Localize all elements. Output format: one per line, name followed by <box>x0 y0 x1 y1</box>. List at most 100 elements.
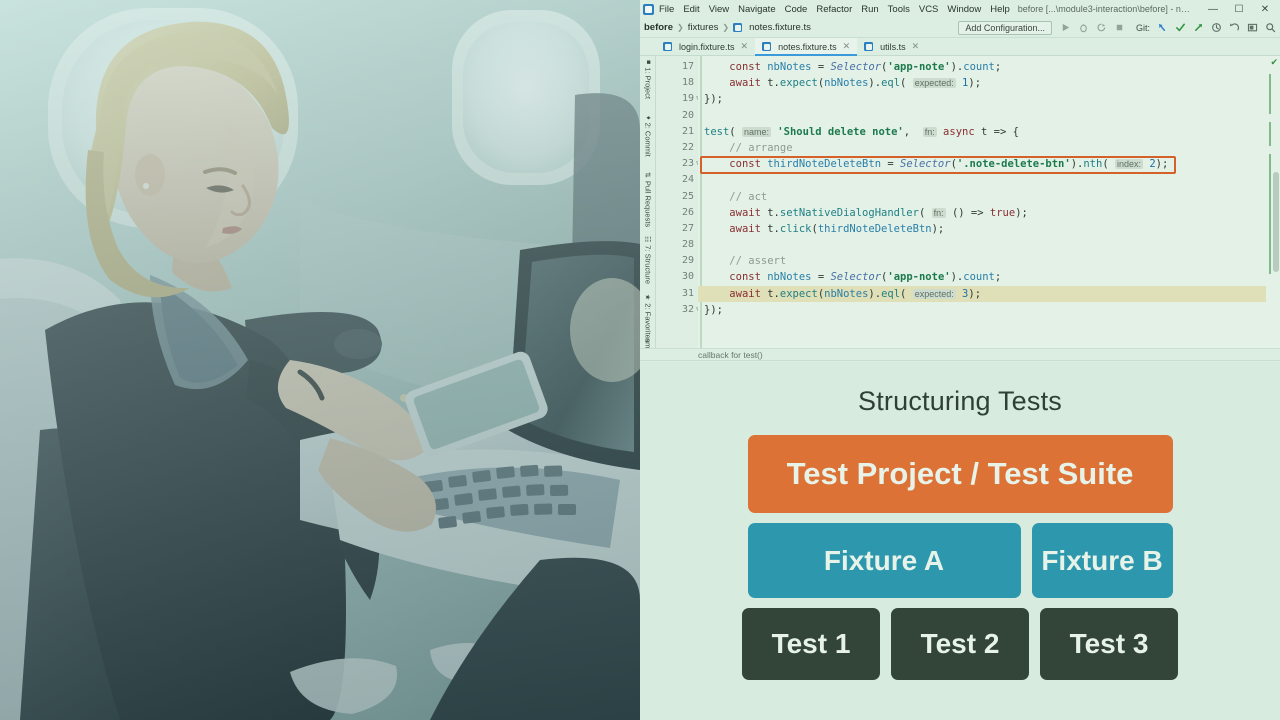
breadcrumb-separator: ❯ <box>677 23 684 32</box>
line-number: 19 <box>681 93 694 105</box>
stop-icon[interactable] <box>1114 22 1125 33</box>
breadcrumb-separator: ❯ <box>722 23 730 32</box>
rollback-icon[interactable] <box>1229 22 1240 33</box>
line-number: 17 <box>681 61 694 72</box>
toolbar-actions[interactable]: Git: <box>1060 22 1276 33</box>
typescript-file-icon <box>864 42 874 51</box>
close-tab-icon[interactable]: ✕ <box>741 41 749 52</box>
layout-icon[interactable] <box>1247 22 1258 33</box>
menu-bar[interactable]: File Edit View Navigate Code Refactor Ru… <box>659 4 1010 15</box>
breadcrumb-project[interactable]: before <box>644 22 673 33</box>
minimize-icon[interactable]: — <box>1200 0 1226 18</box>
line-number: 29 <box>681 255 694 267</box>
close-tab-icon[interactable]: ✕ <box>843 41 851 52</box>
box-test-3[interactable]: Test 3 <box>1040 608 1178 680</box>
sidebar-item-label: am <box>643 338 652 349</box>
box-test-project-suite[interactable]: Test Project / Test Suite <box>747 435 1173 513</box>
sidebar-item-project[interactable]: ■ 1: Project <box>643 60 652 99</box>
ide-toolbar: before ❯ fixtures ❯ notes.fixture.ts Add… <box>640 18 1280 38</box>
diagram-title: Structuring Tests <box>858 386 1062 416</box>
editor-hint-bar: callback for test() <box>640 348 1280 360</box>
tab-login-fixture[interactable]: login.fixture.ts ✕ <box>656 38 755 55</box>
breadcrumb-file[interactable]: notes.fixture.ts <box>749 22 811 33</box>
code-line-19[interactable]: }); <box>698 91 1266 107</box>
ide-body: ■ 1: Project ♦ 2: Commit ⇅ Pull Requests… <box>640 56 1280 348</box>
changed-lines-marker <box>1269 154 1271 274</box>
menu-item-window[interactable]: Window <box>947 4 981 15</box>
breadcrumb-folder[interactable]: fixtures <box>688 22 719 33</box>
code-line-21[interactable]: test( name: 'Should delete note', fn: as… <box>698 124 1266 140</box>
git-update-icon[interactable] <box>1157 22 1168 33</box>
menu-item-tools[interactable]: Tools <box>888 4 910 15</box>
code-line-31[interactable]: await t.expect(nbNotes).eql( expected: 3… <box>698 285 1266 302</box>
window-title: before [...\module3-interaction\before] … <box>1017 4 1200 14</box>
menu-item-view[interactable]: View <box>709 4 729 15</box>
tab-notes-fixture[interactable]: notes.fixture.ts ✕ <box>755 38 858 56</box>
coverage-icon[interactable] <box>1096 22 1107 33</box>
sidebar-item-favorites[interactable]: ★ 2: Favorites <box>643 294 652 342</box>
menu-item-file[interactable]: File <box>659 4 674 15</box>
menu-item-vcs[interactable]: VCS <box>919 4 939 15</box>
debug-icon[interactable] <box>1078 22 1089 33</box>
maximize-icon[interactable]: ☐ <box>1226 0 1252 18</box>
menu-item-run[interactable]: Run <box>861 4 878 15</box>
editor-tabs[interactable]: login.fixture.ts ✕ notes.fixture.ts ✕ ut… <box>640 38 1280 56</box>
vertical-scrollbar[interactable] <box>1273 172 1279 272</box>
changed-lines-marker <box>1269 74 1271 114</box>
editor-scrollbar-area[interactable]: ✔ <box>1266 56 1280 348</box>
code-line-32[interactable]: }); <box>698 302 1266 318</box>
close-icon[interactable]: ✕ <box>1252 0 1278 18</box>
sidebar-item-label: 2: Commit <box>643 122 652 157</box>
editor-gutter[interactable]: 17 18 19 20 21 22 23 24 25 26 27 28 29 3… <box>656 56 701 348</box>
git-commit-icon[interactable] <box>1175 22 1186 33</box>
tab-utils[interactable]: utils.ts ✕ <box>857 38 926 55</box>
code-line-17[interactable]: const nbNotes = Selector('app-note').cou… <box>698 59 1266 75</box>
window-controls[interactable]: — ☐ ✕ <box>1200 0 1278 18</box>
sidebar-item-commit[interactable]: ♦ 2: Commit <box>643 116 652 157</box>
sidebar-item-structure[interactable]: ☷ 7: Structure <box>643 236 652 284</box>
menu-item-edit[interactable]: Edit <box>683 4 699 15</box>
line-number: 26 <box>681 206 694 218</box>
git-push-icon[interactable] <box>1193 22 1204 33</box>
ide-title-bar: File Edit View Navigate Code Refactor Ru… <box>640 0 1280 18</box>
line-number: 22 <box>681 141 694 153</box>
box-test-2[interactable]: Test 2 <box>891 608 1029 680</box>
code-line-25[interactable]: // act <box>698 189 1266 205</box>
box-test-1[interactable]: Test 1 <box>742 608 880 680</box>
code-line-26[interactable]: await t.setNativeDialogHandler( fn: () =… <box>698 205 1266 221</box>
breadcrumb[interactable]: before ❯ fixtures ❯ notes.fixture.ts <box>644 22 811 33</box>
code-line-23[interactable]: const thirdNoteDeleteBtn = Selector('.no… <box>698 156 1266 172</box>
menu-item-navigate[interactable]: Navigate <box>738 4 776 15</box>
sidebar-item-terminal[interactable]: am <box>643 338 652 348</box>
line-number: 20 <box>681 109 694 121</box>
git-label: Git: <box>1135 22 1150 33</box>
code-line-24[interactable] <box>698 172 1266 188</box>
code-line-28[interactable] <box>698 237 1266 253</box>
menu-item-refactor[interactable]: Refactor <box>816 4 852 15</box>
box-fixture-a[interactable]: Fixture A <box>747 523 1021 598</box>
intellij-icon <box>643 3 654 15</box>
code-line-18[interactable]: await t.expect(nbNotes).eql( expected: 1… <box>698 75 1266 91</box>
history-icon[interactable] <box>1211 22 1222 33</box>
tool-window-stripe-left[interactable]: ■ 1: Project ♦ 2: Commit ⇅ Pull Requests… <box>640 56 656 348</box>
inspection-ok-icon: ✔ <box>1270 57 1278 67</box>
box-fixture-b[interactable]: Fixture B <box>1031 523 1173 598</box>
code-editor[interactable]: const nbNotes = Selector('app-note').cou… <box>698 56 1266 348</box>
menu-item-code[interactable]: Code <box>785 4 808 15</box>
tab-label: login.fixture.ts <box>679 41 735 52</box>
pull-request-icon: ⇅ <box>643 172 651 178</box>
project-icon: ■ <box>644 60 651 65</box>
code-line-30[interactable]: const nbNotes = Selector('app-note').cou… <box>698 269 1266 285</box>
menu-item-help[interactable]: Help <box>990 4 1010 15</box>
code-line-27[interactable]: await t.click(thirdNoteDeleteBtn); <box>698 221 1266 237</box>
code-line-22[interactable]: // arrange <box>698 140 1266 156</box>
close-tab-icon[interactable]: ✕ <box>912 41 920 52</box>
code-line-29[interactable]: // assert <box>698 253 1266 269</box>
run-icon[interactable] <box>1060 22 1071 33</box>
run-configuration-selector[interactable]: Add Configuration... <box>958 20 1052 35</box>
line-number: 28 <box>681 239 694 251</box>
tab-label: notes.fixture.ts <box>778 41 837 52</box>
code-line-20[interactable] <box>698 108 1266 124</box>
sidebar-item-pull-requests[interactable]: ⇅ Pull Requests <box>643 172 652 227</box>
search-icon[interactable] <box>1265 22 1276 33</box>
